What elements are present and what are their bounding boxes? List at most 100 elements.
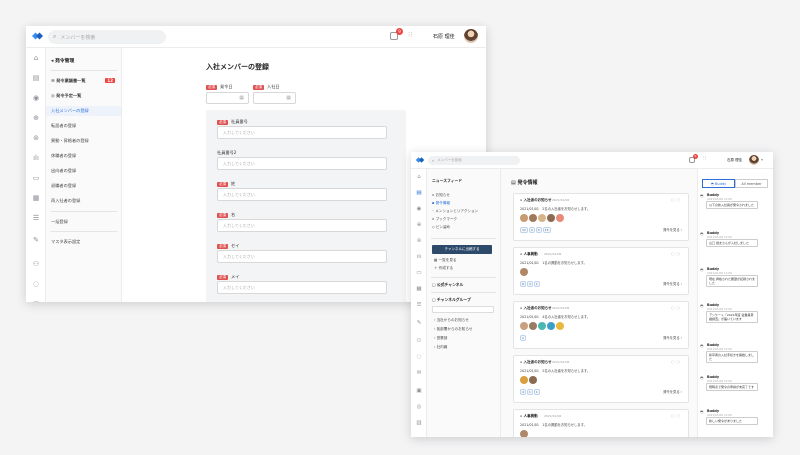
feed-card[interactable]: ▫ 人事異動 2021/01/06 ○○ 2021/01/01 1名の異動をお知… [513,247,689,295]
last-name-kana-input[interactable]: 入力してください [217,250,387,263]
sidebar-item-approval-list[interactable]: ☰ 発令稟議書一覧 12 [51,78,117,84]
card-actions-icon[interactable]: ○○ [671,251,682,256]
channel-search-input[interactable] [432,306,494,313]
card-actions-icon[interactable]: ○○ [671,359,682,364]
sidebar-item-create[interactable]: ＋ 作成する [434,266,453,271]
sidebar-item-mentions[interactable]: ◦ メンションとリアクション [432,209,478,214]
issue-date-field[interactable]: ▦ [206,92,249,104]
chat-icon[interactable]: ◌ [414,354,424,360]
user-icon[interactable]: ◉ [31,94,41,102]
sidebar-item-pinned[interactable]: ◇ ピン留め [432,225,450,230]
sidebar-item-schedule-list[interactable]: ◎ 発令予定一覧 [51,93,117,99]
sidebar-item-bulk[interactable]: 一括登録 [51,219,117,225]
view-announcement-link[interactable]: 発令を見る › [663,281,682,286]
user-icon[interactable]: ◉ [414,206,424,212]
avatar[interactable] [749,155,759,165]
sidebar-item-new-member[interactable]: 入社メンバーの登録 [46,106,121,116]
sidebar-item-view-list[interactable]: ▦ 一覧を見る [434,258,457,263]
reactions[interactable]: 831 [520,281,541,287]
chevron-down-icon[interactable]: ▾ [761,157,763,162]
search-input[interactable]: ⌕ メンバーを検索 [48,30,166,44]
apps-grid-icon[interactable]: ⁝⁝ [408,31,412,39]
mail-icon[interactable]: ✉ [31,300,41,302]
calendar-icon[interactable]: ▦ [31,194,41,202]
sidebar-item-bookmarks[interactable]: ▫ ブックマーク [432,217,457,222]
reactions[interactable]: 411 [520,389,541,395]
document-icon[interactable]: ▤ [31,74,41,82]
document-icon[interactable]: ▤ [414,190,424,196]
org-icon[interactable]: ⚇ [31,260,41,268]
search-icon: ⌕ [432,158,435,163]
calendar-icon[interactable]: ▦ [414,286,424,292]
list-icon[interactable]: ☰ [31,214,41,222]
first-name-kana-input[interactable]: 入力してください [217,281,387,294]
card-icon[interactable]: ▭ [31,174,41,182]
sidebar-item-newsletter[interactable]: › 社内報 [434,345,447,350]
sidebar-item-dept-news[interactable]: › 各部署からのお知らせ [434,327,472,332]
employee-number-input[interactable]: 入力してください [217,126,387,139]
card-body: 2021/01/01 2名の入社者をお知らせします。 [520,207,591,211]
search-user-icon[interactable]: ⊕ [414,222,424,228]
search-input[interactable]: ⌕ メンバーを検索 [428,156,520,165]
sidebar-item-company-news[interactable]: › 当社からのお知らせ [434,318,469,323]
view-announcement-link[interactable]: 発令を見る › [663,335,682,340]
apps-grid-icon[interactable]: ⁝⁝ [703,156,706,162]
page-title: 入社メンバーの登録 [206,63,269,71]
feed-card[interactable]: ▫ 入社者のお知らせ 2021/01/06 ○○ 2021/01/01 2名の入… [513,193,689,241]
card-actions-icon[interactable]: ○○ [671,305,682,310]
tab-all-member[interactable]: All member [735,179,768,188]
form-panel: 必須 社員番号 入力してください 社員番号2 入力してください 必須姓 入力してく… [206,110,406,302]
home-icon[interactable]: ⌂ [414,174,424,180]
field-label: 社員番号2 [217,150,237,155]
tab-buddy[interactable]: ◓ Buddy [702,179,735,188]
join-date-field[interactable]: ▦ [253,92,296,104]
org-icon[interactable]: ⚇ [414,338,424,344]
zoom-icon[interactable]: ⊚ [31,134,41,142]
app-logo-icon[interactable] [31,31,44,41]
sidebar-item-master-settings[interactable]: マスタ表示設定 [51,239,117,245]
avatar[interactable] [464,29,478,43]
sidebar-item-transfer[interactable]: 異動・昇格者の登録 [51,138,117,144]
target-icon[interactable]: ◎ [414,404,424,410]
app-logo-icon[interactable] [415,156,425,164]
reactions[interactable]: 1 [520,335,527,341]
zoom-icon[interactable]: ⊚ [414,238,424,244]
employee-number2-input[interactable]: 入力してください [217,157,387,170]
sidebar-item-notice[interactable]: ▫ お知らせ [432,193,450,198]
date-label-issue: 必須 発令日 [206,84,233,90]
tree-icon[interactable]: ılı [31,154,41,162]
feed-card[interactable]: ▫ 人事異動 2021/01/06 ○○ 2021/01/01 1名の異動をお知… [513,409,689,437]
sidebar-item-relocation[interactable]: 転居者の登録 [51,123,117,129]
tree-icon[interactable]: ılı [414,254,424,260]
edit-icon[interactable]: ✎ [414,320,424,326]
sidebar-item-rehire[interactable]: 再入社者の登録 [51,198,117,204]
tasks-icon[interactable]: ▥ [414,420,424,426]
card-actions-icon[interactable]: ○○ [671,413,682,418]
post-channel-button[interactable]: チャンネルに出稿する [432,245,492,254]
mail-icon[interactable]: ✉ [414,370,424,376]
sidebar-item-retirement[interactable]: 退職者の登録 [51,183,117,189]
sidebar-item-secondment[interactable]: 出向者の登録 [51,168,117,174]
card-actions-icon[interactable]: ○○ [671,197,682,202]
list-icon[interactable]: ☰ [414,302,424,308]
sidebar-item-announcements[interactable]: ▪ 発令情報 [432,201,450,206]
zoom-in-icon[interactable]: ⊕ [31,114,41,122]
edit-icon[interactable]: ✎ [31,236,41,244]
home-icon[interactable]: ⌂ [31,54,41,62]
feed-card[interactable]: ▫ 入社者のお知らせ 2021/01/06 ○○ 2021/01/01 4名の入… [513,301,689,349]
last-name-input[interactable]: 入力してください [217,188,387,201]
briefcase-icon[interactable]: ▣ [414,388,424,394]
channel-group-heading[interactable]: ▢ チャンネルグループ [432,297,471,303]
sidebar-item-leave[interactable]: 休職者の登録 [51,153,117,159]
card-icon[interactable]: ▭ [414,270,424,276]
view-announcement-link[interactable]: 発令を見る › [663,389,682,394]
official-channel-heading[interactable]: ▢ 公式チャンネル [432,282,463,288]
bot-icon: ◓ [700,231,704,236]
sidebar-item-sales[interactable]: › 営業部 [434,336,447,341]
first-name-input[interactable]: 入力してください [217,219,387,232]
reactions[interactable]: 12 2 5 15 [520,227,552,233]
feed-card[interactable]: ▫ 入社者のお知らせ 2021/01/06 ○○ 2021/01/01 2名の入… [513,355,689,403]
chat-icon[interactable]: ◌ [31,280,41,288]
field-label: 必須 セイ [217,243,240,249]
view-announcement-link[interactable]: 発令を見る › [663,227,682,232]
